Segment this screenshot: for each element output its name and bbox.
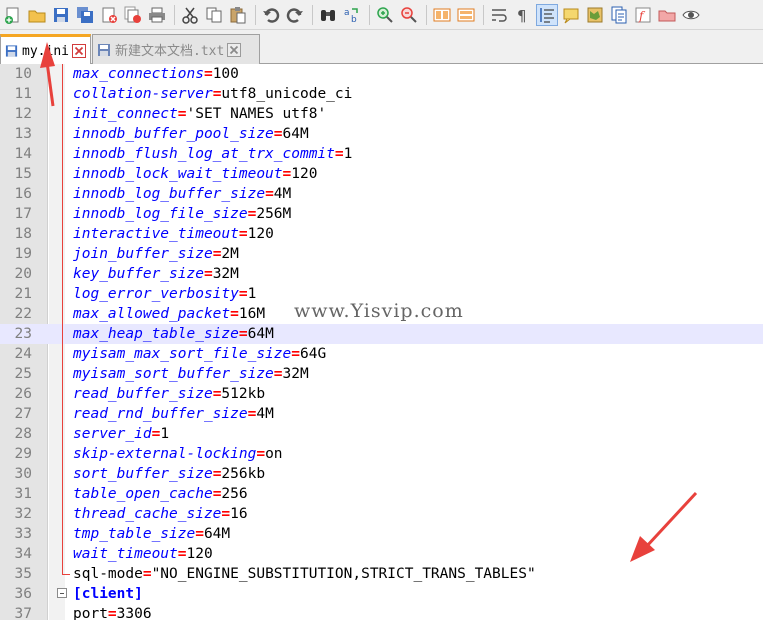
annotation-overlay: [40, 42, 698, 562]
annotation-arrow-down: [630, 491, 698, 562]
annotation-arrow-up: [40, 42, 55, 107]
